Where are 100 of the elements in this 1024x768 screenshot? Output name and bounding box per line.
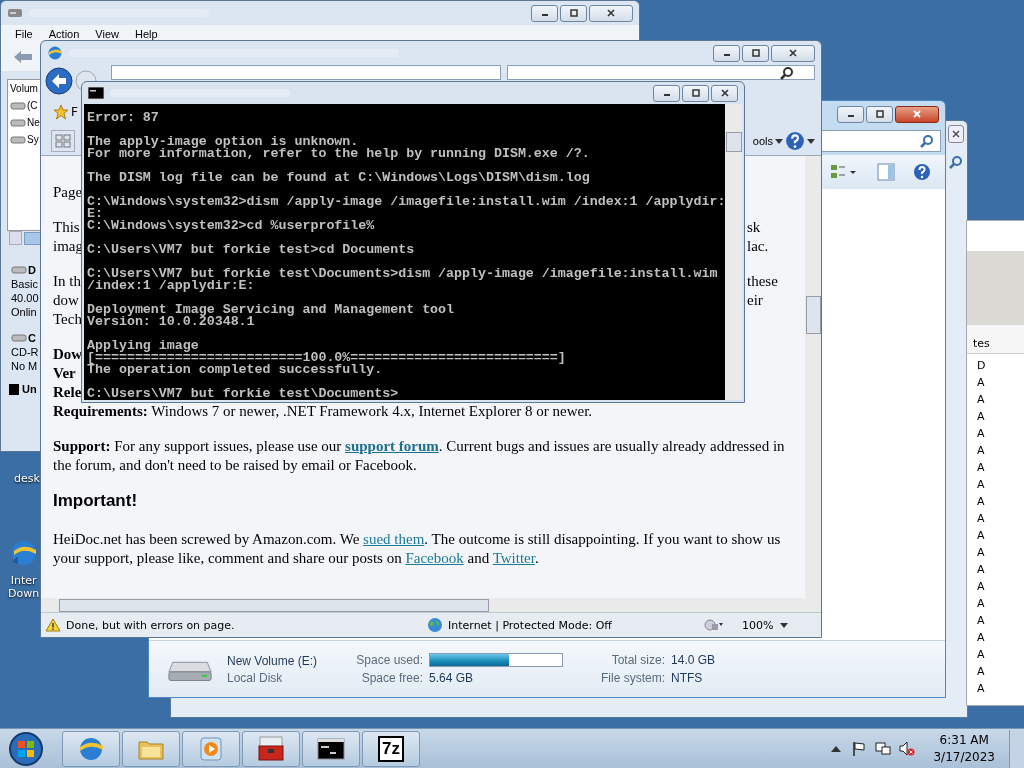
drive-name: New Volume (E:) [227, 653, 318, 668]
lock-icon[interactable] [703, 618, 723, 632]
scrollbar-thumb[interactable] [806, 296, 821, 334]
scrollbar[interactable] [41, 598, 821, 612]
desktop-icon-label[interactable]: Inter [10, 574, 37, 587]
table-cell-text: A [977, 647, 985, 663]
field-label: Space free: [361, 671, 424, 685]
table-cell-text: A [977, 392, 985, 408]
maximize-button[interactable] [742, 44, 769, 62]
search-field[interactable] [507, 65, 815, 80]
console-line: C:\Users\VM7 but forkie test>cd Documents [87, 244, 415, 256]
text-fragment: sk [747, 218, 762, 237]
warning-icon[interactable] [45, 618, 61, 632]
table-cell-text: A [977, 528, 985, 544]
view-options-icon[interactable] [829, 163, 859, 181]
menu-item[interactable]: View [87, 28, 127, 40]
desktop-icon-label[interactable]: desk [14, 472, 40, 485]
link[interactable]: Facebook [405, 550, 464, 566]
text-fragment: Ver [53, 364, 76, 383]
column-header[interactable]: Volum [8, 80, 38, 97]
zoom-button[interactable]: 100% [742, 618, 774, 632]
search-icon [920, 134, 934, 148]
console-line: /index:1 /applydir:E: [87, 280, 255, 292]
text-fragment: these [747, 272, 779, 291]
desktop-icon-label[interactable]: Down [8, 587, 40, 600]
caret-icon[interactable] [780, 622, 789, 628]
address-field[interactable] [111, 65, 501, 80]
volume-name[interactable]: (C [27, 100, 38, 111]
menu-item[interactable]: Action [40, 28, 88, 40]
app-logo: 7z [378, 735, 404, 762]
table-cell-text: A [977, 545, 985, 561]
paragraph: HeiDoc.net has been screwed by Amazon.com. We sued them. The outcome is still disappointing. If you want to show us your support, please like, comment and share our posts on Facebook and Twitter. [53, 530, 782, 568]
text-fragment: eir [747, 291, 764, 310]
field-value: NTFS [671, 671, 703, 685]
minimize-button[interactable] [837, 105, 864, 123]
scrollbar[interactable] [725, 104, 742, 400]
scrollbar-thumb[interactable] [726, 132, 742, 152]
drive-icon [11, 333, 27, 343]
table-cell-text: A [977, 664, 985, 680]
close-button[interactable] [895, 105, 939, 123]
maximize-button[interactable] [866, 105, 893, 123]
table-cell-text: A [977, 494, 985, 510]
table-cell-text: A [977, 477, 985, 493]
console-icon [88, 87, 104, 99]
close-icon [788, 48, 798, 58]
close-button[interactable] [711, 84, 738, 102]
menu-item[interactable]: File [7, 28, 41, 40]
clock-date[interactable]: 3/17/2023 [933, 748, 995, 766]
minimize-button[interactable] [531, 4, 558, 22]
help-icon[interactable] [785, 131, 805, 151]
maximize-icon [690, 88, 701, 98]
taskbar-button[interactable] [242, 730, 300, 767]
requirements-text: Requirements: Windows 7 or newer, .NET Framework 4.x, Internet Explorer 8 or newer. [53, 402, 594, 421]
caret-icon[interactable] [775, 138, 783, 144]
flag-icon[interactable] [851, 740, 868, 757]
clock-time[interactable]: 6:31 AM [939, 731, 989, 749]
globe-icon [47, 45, 63, 61]
console-line: C:\Users\VM7 but forkie test\Documents> [87, 388, 399, 400]
speaker-muted-icon[interactable] [899, 740, 916, 757]
link[interactable]: Twitter [492, 550, 535, 566]
disk-info: CD-R [11, 345, 39, 359]
caret-icon[interactable] [807, 138, 815, 144]
console-line: Version: 10.0.20348.1 [87, 316, 255, 328]
link[interactable]: support forum [345, 438, 439, 454]
favorites-button[interactable]: F [71, 105, 78, 119]
tools-menu[interactable]: ools [752, 135, 773, 147]
taskbar-button[interactable] [302, 730, 360, 767]
close-button[interactable] [948, 125, 964, 143]
taskbar-button[interactable]: 7z [362, 730, 420, 767]
console-line: The DISM log file can be found at C:\Windows\Logs\DISM\dism.log [87, 172, 590, 184]
console-line: C:\Windows\system32>dism /apply-image /imagefile:install.wim /index:1 /applydir: [87, 196, 726, 208]
table-cell-text: A [977, 596, 985, 612]
table-cell-text: A [977, 613, 985, 629]
search-icon[interactable] [949, 155, 963, 169]
volume-name[interactable]: Sy [27, 134, 39, 145]
help-icon[interactable] [913, 163, 931, 181]
back-button[interactable] [45, 67, 73, 95]
minimize-button[interactable] [713, 44, 740, 62]
close-icon [719, 88, 730, 98]
console-line: [==========================100.0%==========================] [87, 352, 566, 364]
scrollbar[interactable] [805, 156, 821, 598]
back-arrow-icon[interactable] [13, 50, 33, 64]
table-cell-text: A [977, 562, 985, 578]
text-fragment: dow [53, 291, 79, 310]
start-button[interactable] [8, 730, 44, 767]
network-icon[interactable] [875, 740, 892, 757]
column-header[interactable]: tes [967, 325, 1024, 354]
star-icon[interactable] [53, 104, 69, 120]
maximize-button[interactable] [560, 4, 587, 22]
text-fragment: lac. [747, 237, 770, 256]
caret-icon[interactable] [831, 744, 842, 753]
drive-type: Local Disk [227, 670, 283, 685]
scrollbar-thumb[interactable] [59, 598, 489, 612]
menu-item[interactable]: Help [126, 28, 166, 40]
table-cell-text: A [977, 426, 985, 442]
volume-name[interactable]: Ne [27, 117, 40, 128]
text-fragment: Dow [53, 345, 83, 364]
maximize-button[interactable] [682, 84, 709, 102]
minimize-button[interactable] [653, 84, 680, 102]
field-label: File system: [601, 671, 666, 685]
